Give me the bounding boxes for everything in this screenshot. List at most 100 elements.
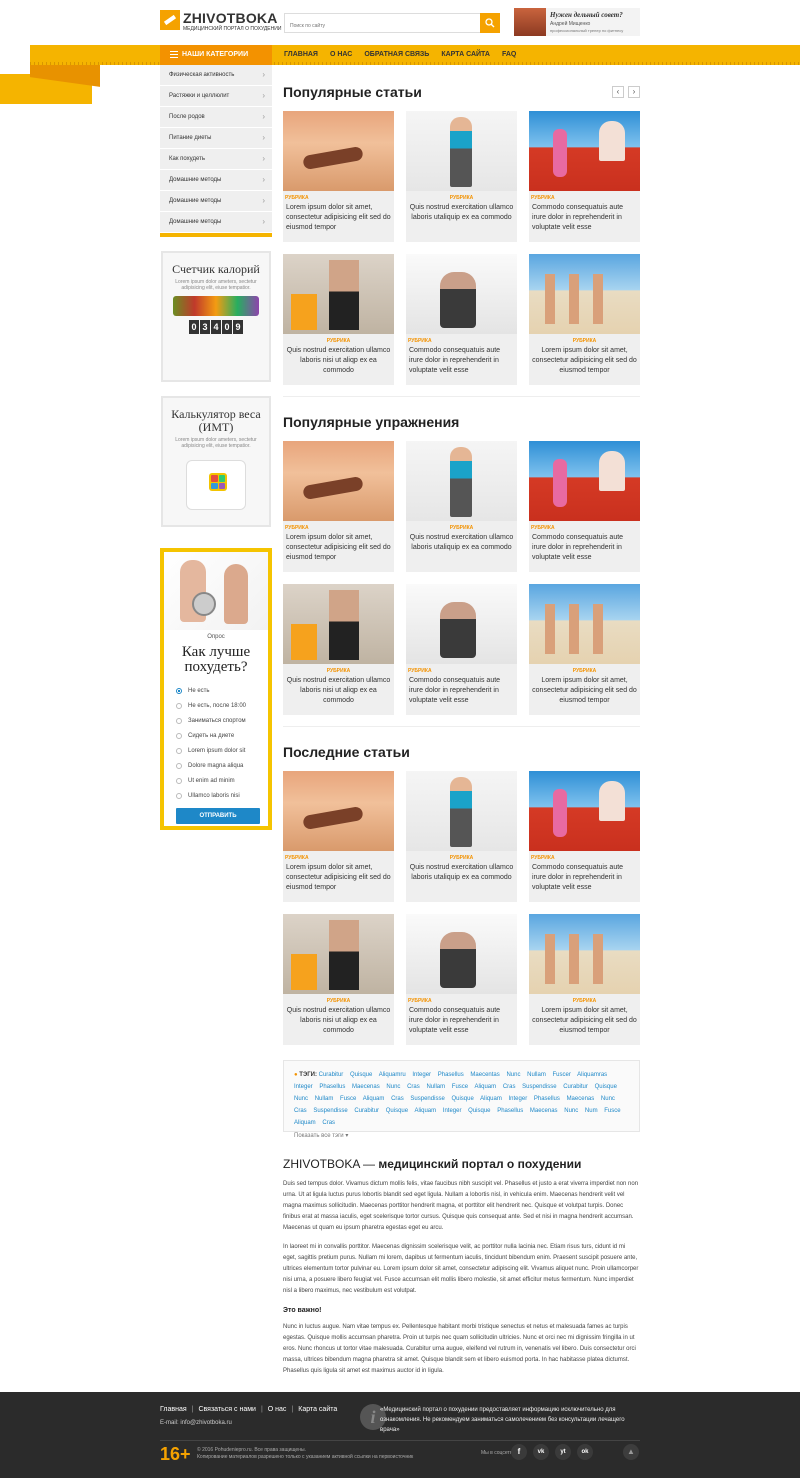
categories-button[interactable]: НАШИ КАТЕГОРИИ	[160, 45, 272, 65]
calorie-counter-widget[interactable]: Счетчик калорий Lorem ipsum dolor ameter…	[161, 251, 271, 382]
tag-link[interactable]: Aliquamras	[577, 1072, 607, 1078]
search-input[interactable]	[285, 17, 475, 35]
article-title[interactable]: Commodo consequatuis aute irure dolor in…	[529, 531, 640, 563]
tag-link[interactable]: Fusce	[340, 1096, 356, 1102]
footer-link-contact[interactable]: Связаться с нами	[198, 1406, 255, 1413]
article-image[interactable]	[283, 584, 394, 664]
tag-link[interactable]: Num	[585, 1108, 598, 1114]
tag-link[interactable]: Cras	[294, 1108, 307, 1114]
odnoklassniki-icon[interactable]: ok	[577, 1444, 593, 1460]
tag-link[interactable]: Curabitur	[354, 1108, 379, 1114]
article-title[interactable]: Quis nostrud exercitation ullamco labori…	[406, 861, 517, 883]
tag-link[interactable]: Nullam	[315, 1096, 334, 1102]
tag-link[interactable]: Nunc	[294, 1096, 308, 1102]
tag-link[interactable]: Curabitur	[563, 1084, 588, 1090]
nav-feedback[interactable]: ОБРАТНАЯ СВЯЗЬ	[364, 45, 441, 65]
poll-option[interactable]: Заниматься спортом	[176, 713, 268, 728]
nav-sitemap[interactable]: КАРТА САЙТА	[441, 45, 502, 65]
category-item[interactable]: Как похудеть	[160, 149, 272, 170]
article-title[interactable]: Lorem ipsum dolor sit amet, consectetur …	[529, 674, 640, 706]
article-title[interactable]: Lorem ipsum dolor sit amet, consectetur …	[529, 344, 640, 376]
article-card[interactable]: РУБРИКА Lorem ipsum dolor sit amet, conse…	[529, 584, 640, 715]
article-title[interactable]: Lorem ipsum dolor sit amet, consectetur …	[283, 531, 394, 563]
article-card[interactable]: РУБРИКА Commodo consequatuis aute irure d…	[529, 111, 640, 242]
arrow-left-icon[interactable]: ‹	[612, 86, 624, 98]
category-item[interactable]: После родов	[160, 107, 272, 128]
article-title[interactable]: Commodo consequatuis aute irure dolor in…	[529, 201, 640, 233]
article-image[interactable]	[529, 254, 640, 334]
tag-link[interactable]: Fuscer	[552, 1072, 570, 1078]
article-image[interactable]	[406, 771, 517, 851]
article-card[interactable]: РУБРИКА Commodo consequatuis aute irure d…	[406, 584, 517, 715]
category-item[interactable]: Физическая активность	[160, 65, 272, 86]
tag-link[interactable]: Integer	[294, 1084, 313, 1090]
article-image[interactable]	[283, 771, 394, 851]
tag-link[interactable]: Fusce	[604, 1108, 620, 1114]
tag-link[interactable]: Fusce	[452, 1084, 468, 1090]
footer-link-about[interactable]: О нас	[268, 1406, 287, 1413]
footer-link-home[interactable]: Главная	[160, 1406, 187, 1413]
tag-link[interactable]: Phasellus	[497, 1108, 523, 1114]
article-image[interactable]	[406, 584, 517, 664]
category-item[interactable]: Домашние методы	[160, 191, 272, 212]
article-card[interactable]: РУБРИКА Quis nostrud exercitation ullamco…	[283, 914, 394, 1045]
article-title[interactable]: Lorem ipsum dolor sit amet, consectetur …	[529, 1004, 640, 1036]
tag-link[interactable]: Maecenas	[567, 1096, 595, 1102]
tag-link[interactable]: Integer	[412, 1072, 431, 1078]
article-image[interactable]	[529, 441, 640, 521]
article-title[interactable]: Quis nostrud exercitation ullamco labori…	[283, 344, 394, 376]
article-card[interactable]: РУБРИКА Commodo consequatuis aute irure d…	[529, 771, 640, 902]
article-card[interactable]: РУБРИКА Quis nostrud exercitation ullamco…	[406, 441, 517, 572]
tag-link[interactable]: Aliquamru	[379, 1072, 406, 1078]
tag-link[interactable]: Suspendisse	[313, 1108, 347, 1114]
arrow-right-icon[interactable]: ›	[628, 86, 640, 98]
tag-link[interactable]: Suspendisse	[522, 1084, 556, 1090]
article-card[interactable]: РУБРИКА Quis nostrud exercitation ullamco…	[283, 584, 394, 715]
footer-email[interactable]: E-mail: info@zhivotboka.ru	[160, 1420, 232, 1426]
poll-submit-button[interactable]: ОТПРАВИТЬ	[176, 808, 260, 824]
tag-link[interactable]: Nullam	[426, 1084, 445, 1090]
article-title[interactable]: Commodo consequatuis aute irure dolor in…	[406, 1004, 517, 1036]
show-all-tags-link[interactable]: Показать все тэги ▾	[294, 1130, 624, 1142]
article-image[interactable]	[283, 914, 394, 994]
tag-link[interactable]: Nunc	[506, 1072, 520, 1078]
tag-link[interactable]: Cras	[391, 1096, 404, 1102]
tag-link[interactable]: Phasellus	[534, 1096, 560, 1102]
article-card[interactable]: РУБРИКА Commodo consequatuis aute irure d…	[406, 914, 517, 1045]
tag-link[interactable]: Quisque	[468, 1108, 490, 1114]
article-title[interactable]: Commodo consequatuis aute irure dolor in…	[529, 861, 640, 893]
tag-link[interactable]: Phasellus	[438, 1072, 464, 1078]
tag-link[interactable]: Phasellus	[319, 1084, 345, 1090]
expert-promo[interactable]: Нужен дельный совет? Андрей Мищенко проф…	[514, 8, 640, 36]
article-card[interactable]: РУБРИКА Lorem ipsum dolor sit amet, conse…	[529, 254, 640, 385]
poll-option[interactable]: Lorem ipsum dolor sit	[176, 743, 268, 758]
article-card[interactable]: РУБРИКА Quis nostrud exercitation ullamco…	[406, 111, 517, 242]
article-image[interactable]	[529, 771, 640, 851]
poll-option[interactable]: Dolore magna aliqua	[176, 758, 268, 773]
category-item[interactable]: Домашние методы	[160, 212, 272, 233]
tag-link[interactable]: Nunc	[601, 1096, 615, 1102]
tag-link[interactable]: Cras	[503, 1084, 516, 1090]
article-card[interactable]: РУБРИКА Lorem ipsum dolor sit amet, conse…	[283, 111, 394, 242]
article-card[interactable]: РУБРИКА Quis nostrud exercitation ullamco…	[283, 254, 394, 385]
facebook-icon[interactable]: f	[511, 1444, 527, 1460]
poll-option[interactable]: Не есть, после 18:00	[176, 698, 268, 713]
tag-link[interactable]: Quisque	[451, 1096, 473, 1102]
poll-option[interactable]: Ut enim ad minim	[176, 773, 268, 788]
vk-icon[interactable]: vk	[533, 1444, 549, 1460]
poll-option[interactable]: Не есть	[176, 683, 268, 698]
article-title[interactable]: Lorem ipsum dolor sit amet, consectetur …	[283, 861, 394, 893]
tag-link[interactable]: Integer	[443, 1108, 462, 1114]
tag-link[interactable]: Aliquam	[480, 1096, 502, 1102]
search-button[interactable]	[480, 13, 500, 33]
bmi-calculator-widget[interactable]: Калькулятор веса (ИМТ) Lorem ipsum dolor…	[161, 396, 271, 527]
nav-about[interactable]: О НАС	[330, 45, 364, 65]
poll-option[interactable]: Ullamco laboris nisi	[176, 788, 268, 803]
article-title[interactable]: Commodo consequatuis aute irure dolor in…	[406, 674, 517, 706]
article-title[interactable]: Commodo consequatuis aute irure dolor in…	[406, 344, 517, 376]
nav-faq[interactable]: FAQ	[502, 45, 528, 65]
article-card[interactable]: РУБРИКА Lorem ipsum dolor sit amet, conse…	[283, 771, 394, 902]
tag-link[interactable]: Maecenas	[530, 1108, 558, 1114]
article-image[interactable]	[406, 441, 517, 521]
tag-link[interactable]: Suspendisse	[410, 1096, 444, 1102]
